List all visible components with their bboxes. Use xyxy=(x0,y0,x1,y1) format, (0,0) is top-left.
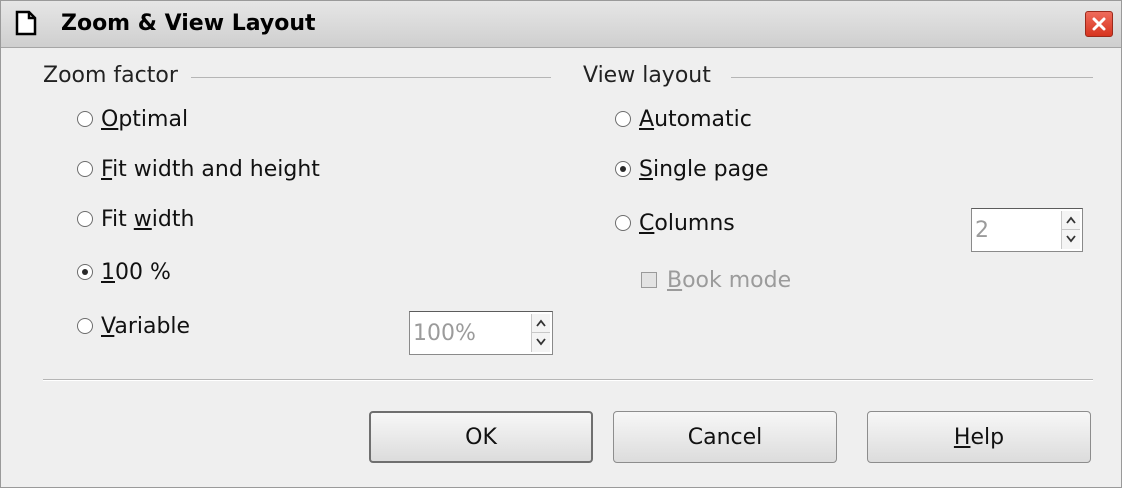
zoom-option-label: Fit width xyxy=(101,206,195,232)
view-layout-separator xyxy=(731,77,1093,78)
radio-columns[interactable] xyxy=(615,215,631,231)
view-option-label: Single page xyxy=(639,156,769,182)
zoom-option-label: Variable xyxy=(101,313,191,339)
chevron-down-icon xyxy=(1066,235,1076,243)
help-button-key: H xyxy=(953,424,971,450)
columns-stepper[interactable]: 2 xyxy=(971,208,1083,252)
zoom-option-100-percent[interactable]: 100 % xyxy=(77,257,171,287)
radio-variable[interactable] xyxy=(77,318,93,334)
help-button-label: elp xyxy=(970,424,1005,450)
zoom-factor-separator xyxy=(191,77,551,78)
view-option-label: Automatic xyxy=(639,106,752,132)
zoom-option-fit-width[interactable]: Fit width xyxy=(77,204,194,234)
chevron-up-icon xyxy=(1066,216,1076,224)
variable-zoom-stepper[interactable]: 100% xyxy=(409,311,553,355)
close-button[interactable] xyxy=(1085,11,1113,37)
document-icon xyxy=(15,10,37,36)
book-mode-checkbox-row[interactable]: Book mode xyxy=(641,265,791,295)
columns-increment[interactable] xyxy=(1062,211,1080,230)
view-option-columns[interactable]: Columns xyxy=(615,208,735,238)
cancel-button[interactable]: Cancel xyxy=(613,411,837,463)
chevron-down-icon xyxy=(536,338,546,346)
book-mode-checkbox[interactable] xyxy=(641,272,657,288)
zoom-option-variable[interactable]: Variable xyxy=(77,311,190,341)
variable-zoom-value: 100% xyxy=(413,321,476,346)
view-option-automatic[interactable]: Automatic xyxy=(615,104,752,134)
zoom-option-label: Optimal xyxy=(101,106,189,132)
columns-value: 2 xyxy=(975,218,989,243)
radio-fit-width-and-height[interactable] xyxy=(77,161,93,177)
title-bar[interactable]: Zoom & View Layout xyxy=(1,1,1121,48)
radio-optimal[interactable] xyxy=(77,111,93,127)
variable-zoom-decrement[interactable] xyxy=(532,333,550,352)
zoom-factor-heading: Zoom factor xyxy=(43,63,184,88)
variable-zoom-increment[interactable] xyxy=(532,314,550,333)
ok-button[interactable]: OK xyxy=(369,411,593,463)
radio-100-percent[interactable] xyxy=(77,264,93,280)
radio-single-page[interactable] xyxy=(615,161,631,177)
zoom-option-optimal[interactable]: Optimal xyxy=(77,104,188,134)
view-layout-heading: View layout xyxy=(583,63,717,88)
dialog-title: Zoom & View Layout xyxy=(61,11,316,36)
radio-automatic[interactable] xyxy=(615,111,631,127)
chevron-up-icon xyxy=(536,319,546,327)
radio-fit-width[interactable] xyxy=(77,211,93,227)
book-mode-label: Book mode xyxy=(667,267,792,293)
zoom-option-fit-width-and-height[interactable]: Fit width and height xyxy=(77,154,320,184)
columns-decrement[interactable] xyxy=(1062,230,1080,249)
variable-zoom-spin-buttons xyxy=(531,314,550,352)
zoom-option-label: Fit width and height xyxy=(101,156,320,182)
columns-spin-buttons xyxy=(1061,211,1080,249)
button-separator xyxy=(43,379,1093,381)
close-icon xyxy=(1092,17,1106,31)
zoom-option-label: 100 % xyxy=(101,259,171,285)
view-option-single-page[interactable]: Single page xyxy=(615,154,769,184)
zoom-view-layout-dialog: Zoom & View Layout Zoom factor Optimal F… xyxy=(0,0,1122,488)
help-button[interactable]: Help xyxy=(867,411,1091,463)
view-option-label: Columns xyxy=(639,210,735,236)
